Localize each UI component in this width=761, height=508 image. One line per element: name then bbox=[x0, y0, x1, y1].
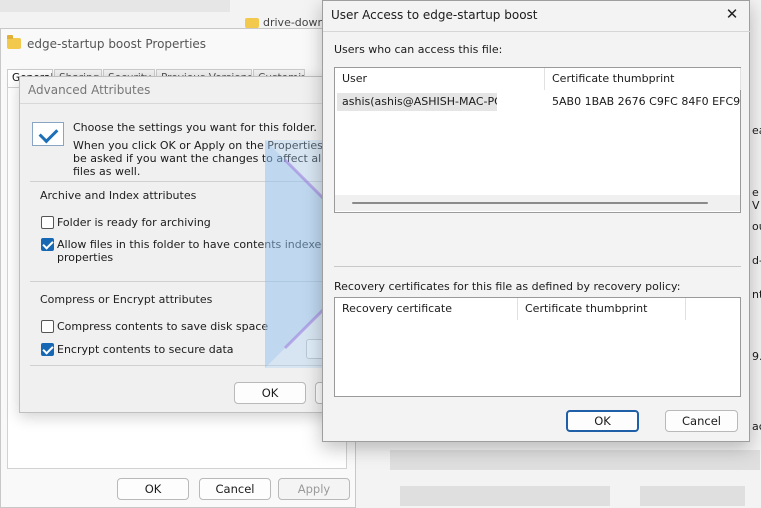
users-label: Users who can access this file: bbox=[334, 43, 503, 56]
explorer-item-partial: d- bbox=[752, 254, 761, 267]
explorer-item-partial: ou bbox=[752, 220, 761, 233]
index-label-continued[interactable]: properties bbox=[57, 251, 113, 264]
archive-group-title: Archive and Index attributes bbox=[40, 189, 197, 202]
recovery-label: Recovery certificates for this file as d… bbox=[334, 280, 681, 293]
index-checkbox[interactable] bbox=[41, 238, 54, 251]
column-header-thumbprint[interactable]: Certificate thumbprint bbox=[545, 68, 741, 90]
cancel-button[interactable]: Cancel bbox=[665, 410, 738, 432]
scrollbar-thumb[interactable] bbox=[352, 202, 708, 204]
checkmark-icon bbox=[32, 122, 64, 146]
user-access-dialog: User Access to edge-startup boost ✕ User… bbox=[322, 0, 751, 442]
compress-checkbox[interactable] bbox=[41, 320, 54, 333]
archive-checkbox[interactable] bbox=[41, 216, 54, 229]
ok-button[interactable]: OK bbox=[566, 410, 639, 432]
title-divider bbox=[323, 31, 751, 32]
intro-text: Choose the settings you want for this fo… bbox=[73, 121, 317, 134]
users-list[interactable]: User Certificate thumbprint ashis(ashis@… bbox=[334, 67, 741, 213]
explorer-item-partial: e V bbox=[752, 186, 760, 212]
compress-label[interactable]: Compress contents to save disk space bbox=[57, 320, 268, 333]
column-header-thumbprint[interactable]: Certificate thumbprint bbox=[518, 298, 686, 320]
advanced-attributes-title: Advanced Attributes bbox=[28, 83, 151, 97]
compress-group-title: Compress or Encrypt attributes bbox=[40, 293, 213, 306]
folder-icon bbox=[7, 35, 21, 49]
close-icon[interactable]: ✕ bbox=[723, 5, 741, 23]
ok-button[interactable]: OK bbox=[234, 382, 306, 404]
blurred-row bbox=[640, 486, 745, 506]
user-cell[interactable]: ashis(ashis@ASHISH-MAC-PC) bbox=[337, 93, 497, 111]
title-divider bbox=[20, 103, 346, 104]
explorer-item-partial: 9. bbox=[752, 350, 761, 363]
blurred-row bbox=[400, 486, 610, 506]
cancel-button[interactable]: Cancel bbox=[199, 478, 271, 500]
blurred-row bbox=[390, 450, 760, 470]
section-divider bbox=[334, 266, 741, 267]
encrypt-checkbox[interactable] bbox=[41, 343, 54, 356]
column-header-recovery-certificate[interactable]: Recovery certificate bbox=[335, 298, 518, 320]
horizontal-scrollbar[interactable] bbox=[335, 195, 740, 211]
explorer-item-partial: nt bbox=[752, 288, 761, 301]
properties-dialog-title: edge-startup boost Properties bbox=[27, 37, 207, 51]
archive-label[interactable]: Folder is ready for archiving bbox=[57, 216, 211, 229]
explorer-top-bar bbox=[0, 0, 230, 12]
recovery-list[interactable]: Recovery certificate Certificate thumbpr… bbox=[334, 297, 741, 397]
intro-detail-line: files as well. bbox=[73, 165, 141, 178]
user-access-title: User Access to edge-startup boost bbox=[331, 8, 538, 22]
explorer-item-partial: ea bbox=[752, 124, 761, 137]
column-header-user[interactable]: User bbox=[335, 68, 545, 90]
explorer-item-partial: ac bbox=[752, 420, 761, 433]
encrypt-label[interactable]: Encrypt contents to secure data bbox=[57, 343, 234, 356]
folder-icon bbox=[245, 18, 259, 28]
apply-button[interactable]: Apply bbox=[278, 478, 350, 500]
ok-button[interactable]: OK bbox=[117, 478, 189, 500]
thumbprint-cell[interactable]: 5AB0 1BAB 2676 C9FC 84F0 EFC9 D9... bbox=[552, 93, 740, 111]
